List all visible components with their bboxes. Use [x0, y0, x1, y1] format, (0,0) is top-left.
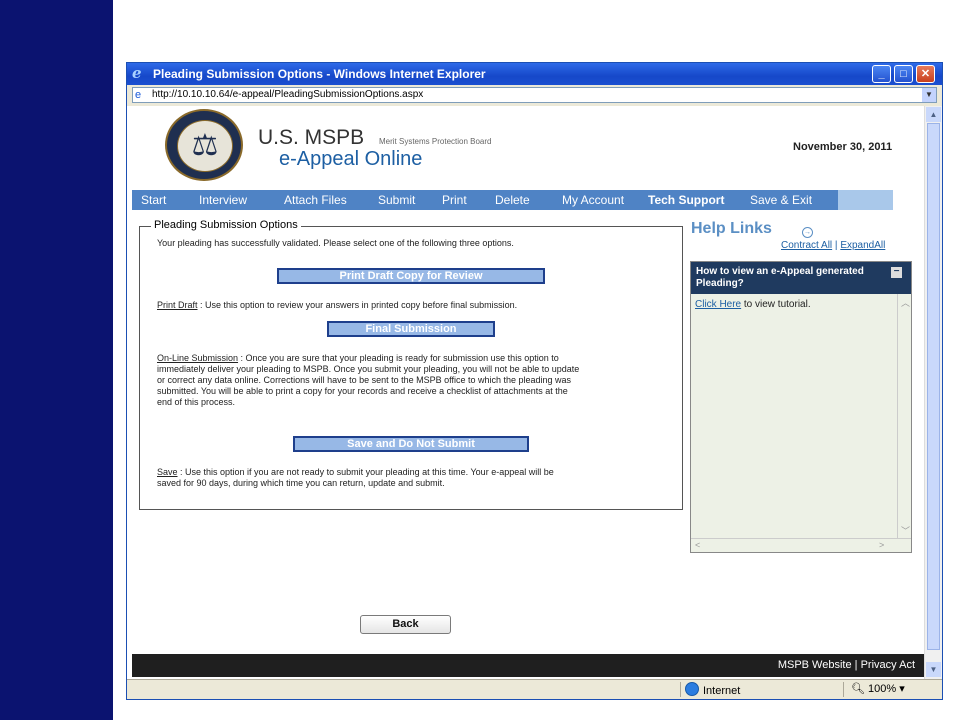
- page-icon: e: [135, 89, 142, 101]
- nav-submit[interactable]: Submit: [378, 193, 415, 207]
- page-scroll-thumb[interactable]: [927, 123, 940, 650]
- save-line-2: saved for 90 days, during which time you…: [157, 478, 445, 488]
- scroll-down-icon[interactable]: ﹀: [901, 524, 910, 537]
- save-line-1-text: : Use this option if you are not ready t…: [177, 467, 554, 477]
- address-url: http://10.10.10.64/e-appeal/PleadingSubm…: [152, 89, 424, 100]
- address-input[interactable]: e http://10.10.10.64/e-appeal/PleadingSu…: [132, 87, 937, 103]
- zoom-control[interactable]: 🔍︎ 100% ▾: [851, 682, 905, 695]
- minimize-icon: _: [878, 68, 885, 80]
- print-draft-label: Print Draft: [157, 300, 198, 310]
- help-links-title: Help Links: [691, 220, 772, 237]
- help-panel: How to view an e-Appeal generated Pleadi…: [690, 261, 912, 553]
- online-submission-text: On-Line Submission : Once you are sure t…: [157, 353, 579, 408]
- online-label: On-Line Submission: [157, 353, 239, 363]
- footer-separator: |: [854, 659, 858, 671]
- expand-all-link[interactable]: ExpandAll: [840, 240, 885, 251]
- nav-tail: [838, 190, 893, 210]
- status-bar: Internet 🔍︎ 100% ▾: [127, 679, 942, 699]
- product-name: e-Appeal Online: [279, 148, 423, 170]
- intro-text: Your pleading has successfully validated…: [157, 238, 514, 248]
- help-panel-hscroll[interactable]: < >: [691, 538, 911, 553]
- close-button[interactable]: ✕: [916, 65, 935, 83]
- online-line-5: end of this process.: [157, 397, 236, 407]
- page-scroll-up-icon[interactable]: ▲: [926, 107, 941, 122]
- scroll-right-icon[interactable]: >: [879, 540, 884, 550]
- zoom-level: 100%: [868, 683, 897, 695]
- scroll-up-icon[interactable]: ︿: [901, 296, 910, 309]
- ie-logo-icon: e: [132, 64, 142, 82]
- help-arrow-icon[interactable]: →: [802, 227, 813, 238]
- page-content: ⚖ U.S. MSPB Merit Systems Protection Boa…: [127, 106, 924, 679]
- collapse-icon[interactable]: −: [891, 267, 902, 278]
- security-zone[interactable]: Internet: [685, 682, 740, 697]
- zoom-icon: 🔍︎: [851, 683, 865, 695]
- minimize-button[interactable]: _: [872, 65, 891, 83]
- brand-subtitle: Merit Systems Protection Board: [379, 137, 492, 146]
- online-line-4: submitted. You will be able to print a c…: [157, 386, 568, 396]
- footer-links: MSPB Website | Privacy Act: [778, 659, 915, 671]
- save-label: Save: [157, 467, 178, 477]
- window-title: Pleading Submission Options - Windows In…: [153, 67, 486, 81]
- print-draft-description: Print Draft : Use this option to review …: [157, 300, 517, 311]
- page-vscroll[interactable]: ▲ ▼: [924, 106, 942, 679]
- help-panel-body: Click Here to view tutorial. ︿ ﹀ < >: [691, 294, 911, 552]
- browser-window: e Pleading Submission Options - Windows …: [126, 62, 943, 700]
- help-panel-title: How to view an e-Appeal generated Pleadi…: [696, 266, 864, 289]
- scales-icon: ⚖: [191, 128, 219, 163]
- privacy-act-link[interactable]: Privacy Act: [861, 659, 915, 671]
- main-nav: Start Interview Attach Files Submit Prin…: [132, 190, 893, 210]
- current-date: November 30, 2011: [793, 141, 893, 153]
- page-scroll-down-icon[interactable]: ▼: [926, 662, 941, 677]
- nav-delete[interactable]: Delete: [495, 193, 530, 207]
- tutorial-text: to view tutorial.: [741, 299, 811, 310]
- help-tutorial-line: Click Here to view tutorial.: [695, 299, 811, 310]
- help-panel-header[interactable]: How to view an e-Appeal generated Pleadi…: [691, 262, 911, 294]
- status-divider-2: [843, 682, 844, 697]
- seal-inner: ⚖: [177, 120, 233, 172]
- status-divider: [680, 682, 681, 697]
- maximize-icon: □: [900, 68, 907, 80]
- save-not-submit-button[interactable]: Save and Do Not Submit: [293, 436, 529, 452]
- save-line-1: Save : Use this option if you are not re…: [157, 467, 554, 478]
- back-button[interactable]: Back: [360, 615, 451, 634]
- online-line-1-text: : Once you are sure that your pleading i…: [238, 353, 559, 363]
- nav-save-exit[interactable]: Save & Exit: [750, 193, 812, 207]
- help-toggle-links: Contract All | ExpandAll: [781, 240, 885, 251]
- mspb-website-link[interactable]: MSPB Website: [778, 659, 852, 671]
- final-submission-button[interactable]: Final Submission: [327, 321, 495, 337]
- nav-my-account[interactable]: My Account: [562, 193, 624, 207]
- print-draft-desc: : Use this option to review your answers…: [197, 300, 518, 310]
- print-draft-button[interactable]: Print Draft Copy for Review: [277, 268, 545, 284]
- scroll-left-icon[interactable]: <: [695, 540, 700, 550]
- globe-icon: [685, 682, 699, 696]
- address-bar: e http://10.10.10.64/e-appeal/PleadingSu…: [127, 85, 942, 107]
- maximize-button[interactable]: □: [894, 65, 913, 83]
- online-line-2: immediately deliver your pleading to MSP…: [157, 364, 580, 374]
- save-text: Save : Use this option if you are not re…: [157, 467, 554, 489]
- slide-left-bar: [0, 0, 113, 720]
- address-dropdown-icon[interactable]: ▼: [922, 88, 936, 102]
- nav-tech-support[interactable]: Tech Support: [648, 193, 724, 207]
- page-footer: MSPB Website | Privacy Act: [132, 654, 924, 677]
- help-panel-vscroll[interactable]: ︿ ﹀: [897, 294, 912, 538]
- nav-interview[interactable]: Interview: [199, 193, 247, 207]
- nav-start[interactable]: Start: [141, 193, 166, 207]
- nav-print[interactable]: Print: [442, 193, 467, 207]
- zone-label: Internet: [703, 685, 741, 697]
- options-legend: Pleading Submission Options: [151, 219, 301, 231]
- help-link-separator: |: [834, 240, 838, 251]
- nav-attach-files[interactable]: Attach Files: [284, 193, 347, 207]
- online-line-3: or correct any data online. Corrections …: [157, 375, 572, 385]
- window-titlebar[interactable]: e Pleading Submission Options - Windows …: [127, 63, 942, 85]
- mspb-seal-logo: ⚖: [165, 109, 243, 181]
- close-icon: ✕: [920, 68, 931, 80]
- brand-name: U.S. MSPB: [258, 126, 365, 149]
- click-here-link[interactable]: Click Here: [695, 299, 741, 310]
- contract-all-link[interactable]: Contract All: [781, 240, 832, 251]
- online-line-1: On-Line Submission : Once you are sure t…: [157, 353, 579, 364]
